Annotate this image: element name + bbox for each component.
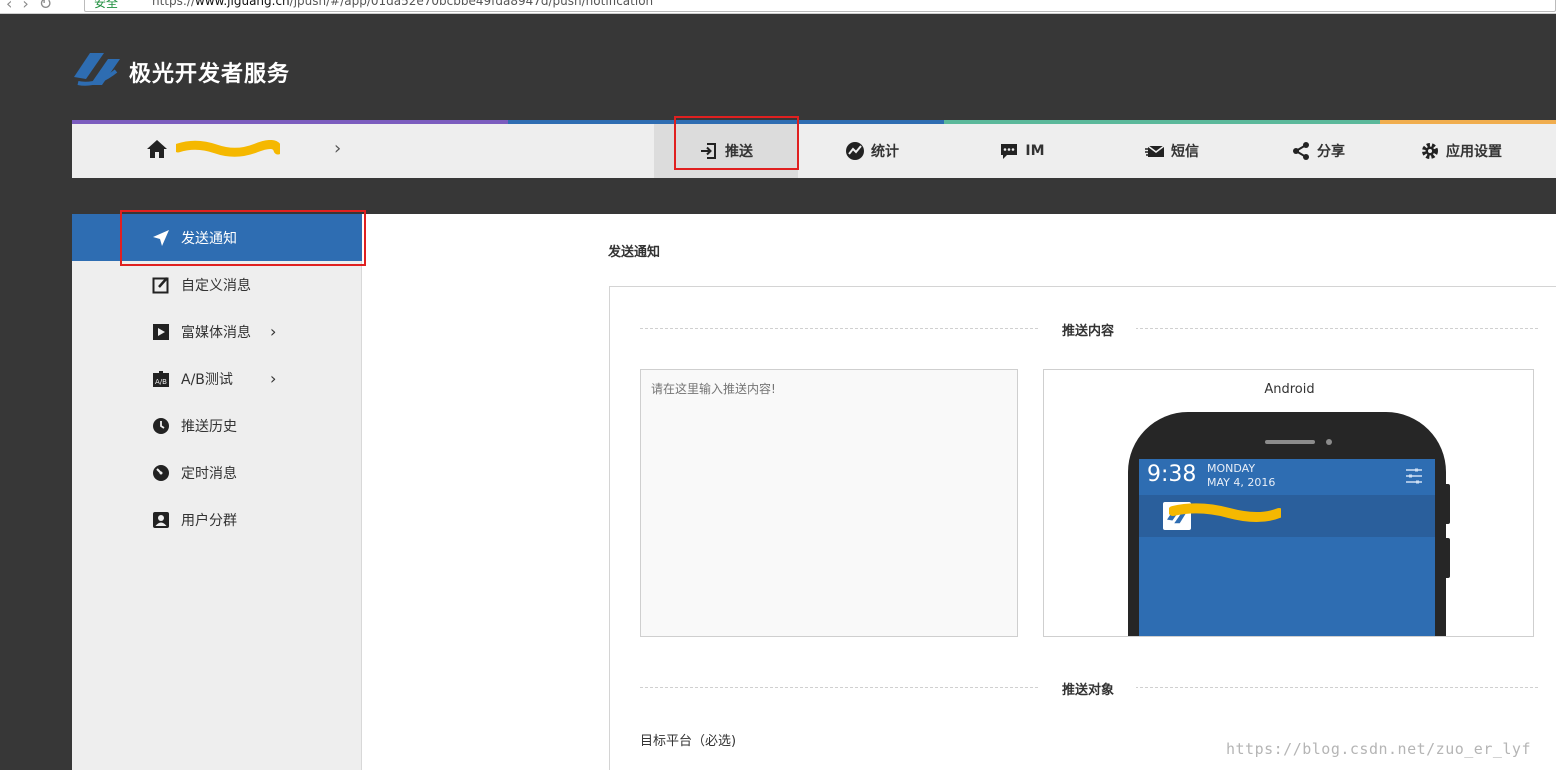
stats-icon [846,142,864,160]
phone-mockup: 9:38 MONDAY MAY 4, 2016 [1128,412,1450,636]
phone-side-button [1444,538,1450,578]
browser-nav-icons[interactable]: ‹›↻ [6,0,62,13]
nav-tab-label: 应用设置 [1446,144,1502,160]
nav-stripe-purple [72,120,508,124]
chat-icon [1001,144,1018,159]
highlight-push-tab [674,116,799,170]
top-nav: › 推送 统计 IM 短信 分享 应用设置 [72,120,1556,178]
jiguang-logo-icon [74,53,120,86]
preview-time: 9:38 [1147,462,1197,487]
sidebar-item-label: 富媒体消息 [181,324,251,341]
phone-camera [1326,439,1332,445]
sliders-icon [1406,468,1422,484]
nav-tab-im[interactable]: IM [962,124,1082,178]
sidebar-item-ab-test[interactable]: A/B A/B测试 › [72,355,362,402]
nav-tab-sms[interactable]: 短信 [1112,124,1232,178]
url-text[interactable]: https://www.jiguang.cn/jpush/#/app/01da5… [152,0,653,8]
sidebar-item-label: 自定义消息 [181,277,251,294]
user-group-icon [152,511,170,529]
phone-screen: 9:38 MONDAY MAY 4, 2016 [1139,459,1435,636]
brand-title: 极光开发者服务 [129,62,291,87]
home-icon[interactable] [146,139,168,159]
highlight-send-notification [120,210,366,266]
sidebar-item-scheduled[interactable]: 定时消息 [72,449,362,496]
chevron-right-icon[interactable]: › [270,322,276,341]
target-platform-label: 目标平台（必选) [640,734,737,749]
nav-tab-label: 统计 [871,144,899,160]
clock-icon [152,417,170,435]
gear-icon [1422,143,1438,159]
secure-label: 安全 [94,0,119,10]
phone-side-button [1444,484,1450,524]
preview-date: MAY 4, 2016 [1207,476,1276,489]
play-icon [152,323,170,341]
preview-platform-label: Android [1264,382,1315,397]
share-icon [1293,142,1309,160]
section-title-target: 推送对象 [1040,679,1137,698]
sidebar: 发送通知 自定义消息 富媒体消息 › A/B A/B测试 › 推送历史 定时消息… [72,214,362,770]
sidebar-item-user-segments[interactable]: 用户分群 [72,496,362,543]
sidebar-item-label: 用户分群 [181,512,237,529]
sidebar-item-push-history[interactable]: 推送历史 [72,402,362,449]
page-title: 发送通知 [608,245,661,260]
svg-text:A/B: A/B [155,378,167,386]
notification-form-panel: 推送内容 Android 9:38 MONDAY MAY 4, 2016 [609,286,1556,770]
chevron-right-icon[interactable]: › [270,369,276,388]
preview-notification [1139,495,1435,537]
preview-weekday: MONDAY [1207,462,1256,475]
nav-tab-label: IM [1025,143,1045,159]
nav-tab-stats[interactable]: 统计 [812,124,932,178]
android-preview: Android 9:38 MONDAY MAY 4, 2016 [1043,369,1534,637]
sms-icon [1145,145,1165,157]
section-title-content: 推送内容 [1040,320,1137,339]
redacted-notification-title [1169,503,1281,522]
main-area: 发送通知 自定义消息 富媒体消息 › A/B A/B测试 › 推送历史 定时消息… [72,214,1556,770]
sidebar-item-custom-message[interactable]: 自定义消息 [72,261,362,308]
nav-tab-app-settings[interactable]: 应用设置 [1396,124,1526,178]
nav-tab-share[interactable]: 分享 [1258,124,1378,178]
phone-speaker [1265,440,1315,444]
sidebar-item-label: 定时消息 [181,465,237,482]
browser-address-bar: ‹›↻ 安全 https://www.jiguang.cn/jpush/#/ap… [0,0,1556,14]
watermark: https://blog.csdn.net/zuo_er_lyf [1226,740,1531,758]
timer-icon [152,464,170,482]
push-content-input[interactable] [640,369,1018,637]
ab-test-icon: A/B [152,370,170,388]
sidebar-item-rich-media[interactable]: 富媒体消息 › [72,308,362,355]
nav-tab-label: 短信 [1171,144,1199,160]
redacted-app-name [176,140,280,157]
breadcrumb-chevron-icon[interactable]: › [334,138,341,159]
sidebar-item-label: 推送历史 [181,418,237,435]
sidebar-item-label: A/B测试 [181,371,233,388]
nav-tab-label: 分享 [1317,144,1345,160]
edit-icon [152,276,170,294]
